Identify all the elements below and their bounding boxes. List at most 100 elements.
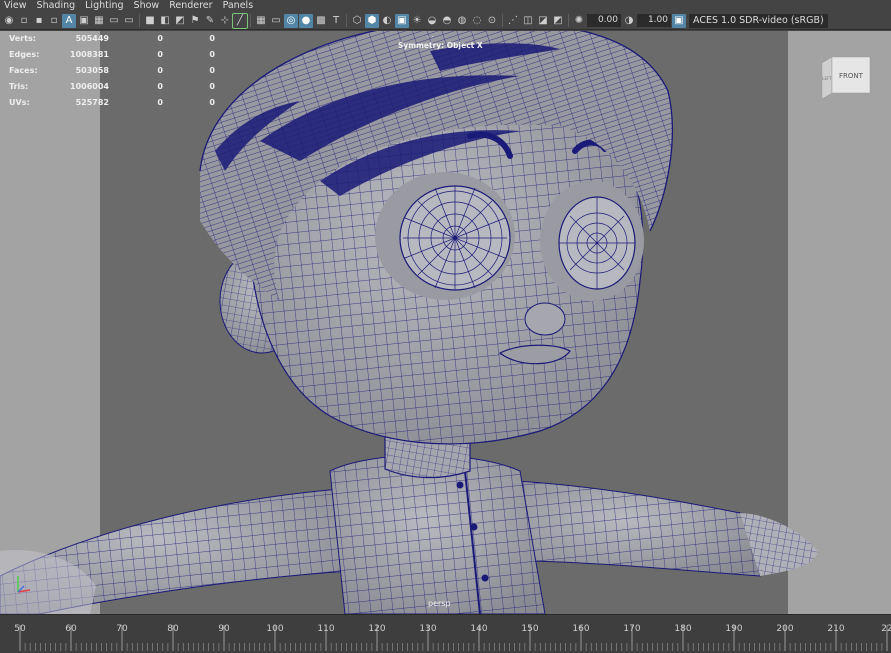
shadows-icon[interactable]: ◒: [425, 14, 439, 28]
hud-label: UVs:: [9, 98, 30, 107]
hud-value: 0: [209, 82, 215, 91]
hud-label: Tris:: [9, 82, 29, 91]
toolbar-divider: [250, 14, 251, 27]
texture-icon[interactable]: ▩: [314, 14, 328, 28]
fit-icon[interactable]: ◪: [536, 14, 550, 28]
motion-blur-icon[interactable]: ◍: [455, 14, 469, 28]
frame-tick-label: 22: [881, 624, 891, 634]
pivot-icon[interactable]: ⊹: [218, 14, 232, 28]
frame-tick-label: 120: [368, 624, 385, 634]
menu-show[interactable]: Show: [134, 0, 160, 12]
hud-value: 1006004: [70, 82, 109, 91]
shirt-button: [481, 574, 489, 582]
poly-count-hud: Verts: 505449 0 0 Edges: 1008381 0 0 Fac…: [9, 31, 219, 111]
viewcube-side-label: LEFT: [822, 76, 832, 81]
flag-icon[interactable]: ⚑: [188, 14, 202, 28]
frame-tick-label: 160: [572, 624, 589, 634]
select-mask-icon[interactable]: ⋰: [506, 14, 520, 28]
hud-value: 0: [157, 34, 163, 43]
frame-tick-label: 100: [266, 624, 283, 634]
right-arm-mesh: [514, 480, 761, 577]
right-eye-mesh: [540, 181, 644, 301]
camera-lock-icon[interactable]: ◧: [158, 14, 172, 28]
camera-move-icon[interactable]: ◩: [173, 14, 187, 28]
isolate-icon[interactable]: ◫: [521, 14, 535, 28]
gamma-icon[interactable]: ◑: [622, 14, 636, 28]
anti-alias-icon[interactable]: ◌: [470, 14, 484, 28]
toolbar-divider: [139, 14, 140, 27]
hud-row-verts: Verts: 505449 0 0: [9, 31, 219, 47]
hud-row-tris: Tris: 1006004 0 0: [9, 79, 219, 95]
hud-value: 1008381: [70, 50, 109, 59]
hud-value: 525782: [75, 98, 109, 107]
panel-toolbar: ◉ ▫ ▪ ▫ A ▣ ▦ ▭ ▭ ■ ◧ ◩ ⚑ ✎ ⊹ ╱ ▦ ▭ ◎ ● …: [0, 12, 891, 30]
field-chart-icon[interactable]: ▭: [269, 14, 283, 28]
menu-lighting[interactable]: Lighting: [85, 0, 123, 12]
camera-attributes-icon[interactable]: ▫: [17, 14, 31, 28]
smooth-shade-icon[interactable]: ●: [299, 13, 313, 28]
frame-tick-label: 130: [419, 624, 436, 634]
grid-toggle-icon[interactable]: ▦: [254, 14, 268, 28]
hud-row-faces: Faces: 503058 0 0: [9, 63, 219, 79]
nose-mesh: [524, 302, 566, 336]
left-eye-mesh: [375, 172, 515, 300]
camera-name-label: persp: [428, 599, 451, 608]
gamma-field[interactable]: 1.00: [637, 14, 671, 27]
grid-icon[interactable]: ▦: [92, 14, 106, 28]
symmetry-axis-marker: · ·: [427, 33, 434, 41]
brush-icon[interactable]: ✎: [203, 14, 217, 28]
menu-shading[interactable]: Shading: [37, 0, 76, 12]
menu-panels[interactable]: Panels: [223, 0, 254, 12]
time-slider[interactable]: 50 60 70 80 90 100 110 120 130 140 150 160 170 180 190…: [0, 614, 891, 653]
menu-view[interactable]: View: [4, 0, 27, 12]
film-gate-icon[interactable]: ▭: [107, 14, 121, 28]
xray-icon[interactable]: ◐: [380, 14, 394, 28]
hud-value: 505449: [75, 34, 109, 43]
shaded-cube-icon[interactable]: ⬢: [365, 13, 379, 28]
camera-icon[interactable]: ■: [143, 14, 157, 28]
view-cube[interactable]: FRONT LEFT: [820, 55, 872, 99]
color-management-icon[interactable]: ▣: [672, 13, 686, 28]
frame-tick-label: 170: [623, 624, 640, 634]
frame-tick-label: 200: [776, 624, 793, 634]
frame-tick-label: 90: [218, 624, 230, 634]
depth-of-field-icon[interactable]: ⊙: [485, 14, 499, 28]
shirt-button: [456, 481, 464, 489]
viewcube-front-label: FRONT: [839, 72, 864, 80]
perspective-viewport[interactable]: · · Symmetry: Object X Verts: 505449 0 0…: [0, 31, 891, 614]
frame-tick-label: 110: [317, 624, 334, 634]
frame-tick-label: 50: [14, 624, 26, 634]
frame-tick-label: 140: [470, 624, 487, 634]
panel-menu-bar: View Shading Lighting Show Renderer Pane…: [0, 0, 891, 12]
hud-value: 0: [209, 50, 215, 59]
frame-tick-label: 70: [116, 624, 128, 634]
2d-pan-zoom-icon[interactable]: A: [62, 13, 76, 28]
hud-value: 0: [157, 98, 163, 107]
bookmark-icon[interactable]: ▪: [32, 14, 46, 28]
toolbar-divider: [568, 14, 569, 27]
symmetry-label: Symmetry: Object X: [398, 41, 483, 50]
hud-icon[interactable]: ◩: [551, 14, 565, 28]
text-icon[interactable]: T: [329, 14, 343, 28]
default-material-icon[interactable]: ⬡: [350, 14, 364, 28]
resolution-gate-icon[interactable]: ▭: [122, 14, 136, 28]
screen-space-ao-icon[interactable]: ◓: [440, 14, 454, 28]
shirt-button: [470, 523, 478, 531]
image-plane-icon[interactable]: ▫: [47, 14, 61, 28]
isolate-select-icon[interactable]: ▣: [395, 13, 409, 28]
character-model[interactable]: [0, 31, 891, 614]
wireframe-icon[interactable]: ◎: [284, 13, 298, 28]
toolbar-divider: [346, 14, 347, 27]
exposure-field[interactable]: 0.00: [587, 14, 621, 27]
select-camera-icon[interactable]: ◉: [2, 14, 16, 28]
menu-renderer[interactable]: Renderer: [169, 0, 212, 12]
frame-tick-label: 80: [167, 624, 179, 634]
grease-pencil-icon[interactable]: ▣: [77, 14, 91, 28]
hud-value: 0: [209, 34, 215, 43]
lighting-icon[interactable]: ☀: [410, 14, 424, 28]
hud-row-uvs: UVs: 525782 0 0: [9, 95, 219, 111]
hud-value: 503058: [75, 66, 109, 75]
wireframe-on-shaded-icon[interactable]: ╱: [232, 12, 248, 29]
color-space-dropdown[interactable]: ACES 1.0 SDR-video (sRGB): [689, 13, 828, 28]
exposure-icon[interactable]: ✺: [572, 14, 586, 28]
